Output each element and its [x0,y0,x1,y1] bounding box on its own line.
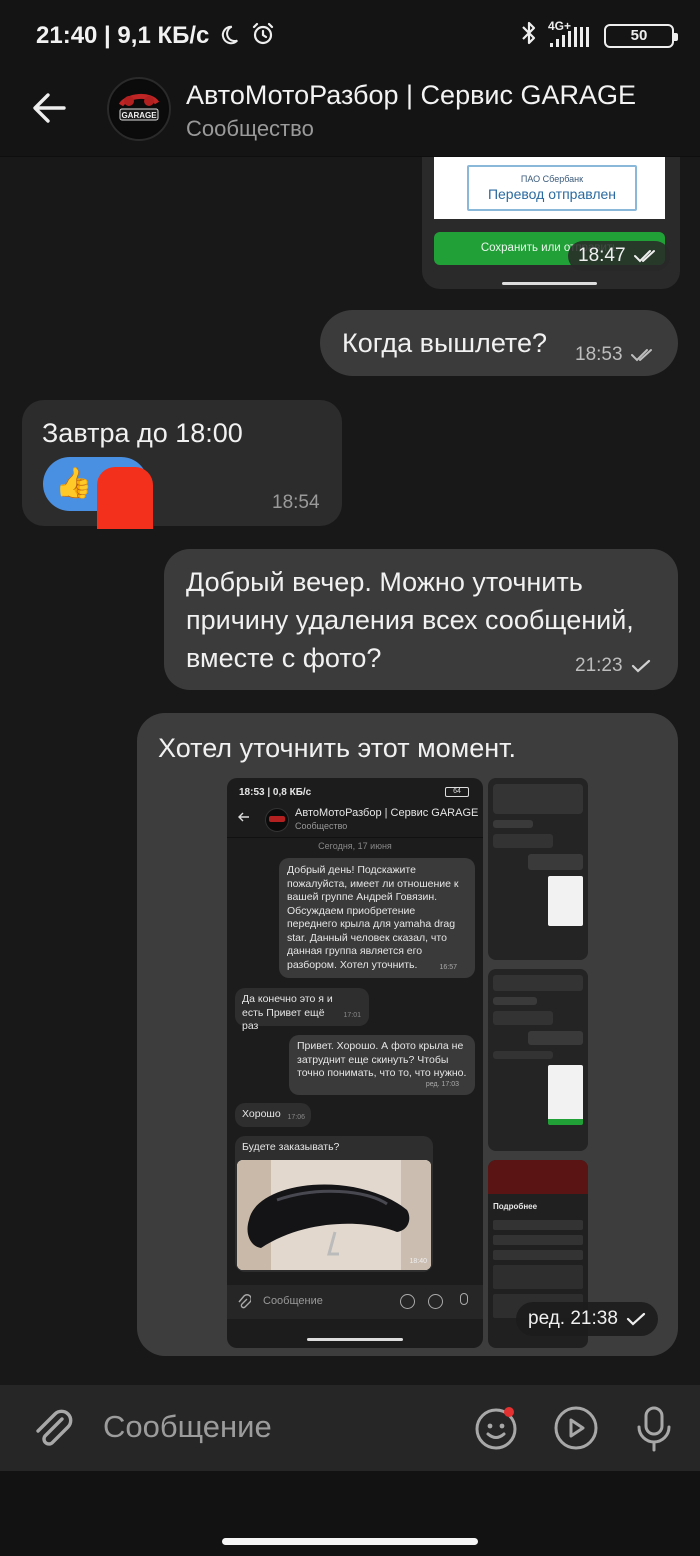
message-meta: 18:54 [272,492,320,514]
message-bubble-incoming[interactable]: Завтра до 18:00 👍 18:54 [22,400,342,529]
mini-photo-fender [237,1160,431,1270]
chat-header: GARAGE АвтоМотоРазбор | Сервис GARAGE Со… [0,72,700,157]
status-bar: 21:40 | 9,1 КБ/с 4G+ 50 [0,0,700,72]
message-meta: ред. 21:38 [516,1302,658,1336]
mini-mic-icon [460,1293,468,1305]
mini-bubble-in: Да конечно это я и есть Привет ещё раз 1… [235,988,369,1032]
microphone-icon [637,1406,671,1452]
mini-bubble-out: Привет. Хорошо. А фото крыла не затрудни… [289,1035,475,1095]
message-meta: 18:47 [568,241,670,271]
emoji-button[interactable] [473,1405,519,1451]
attached-thumbnail[interactable] [488,969,588,1151]
message-meta: 21:23 [575,655,651,677]
redacted-avatar [97,467,153,529]
moon-icon [218,24,240,53]
message-bubble-outgoing[interactable]: Хотел уточнить этот момент. 18:53 | 0,8 … [137,713,678,1356]
status-right: 4G+ 50 [520,19,678,51]
receipt-status-box: ПАО Сбербанк Перевод отправлен [467,165,637,211]
mini-status-time: 18:53 | 0,8 КБ/с [239,787,312,798]
message-meta: 18:53 [575,344,657,366]
mini-play-icon [428,1294,443,1309]
garage-logo-icon: GARAGE [110,80,168,138]
message-time: 18:54 [272,492,320,513]
mini-paperclip-icon [238,1294,251,1309]
mini-date: Сегодня, 17 июня [318,841,392,851]
message-bubble-outgoing[interactable]: Добрый вечер. Можно уточнить причину уда… [164,549,678,690]
message-time: 21:23 [575,655,623,676]
mini-avatar [265,808,289,832]
thumbnail-title: Подробнее [493,1202,538,1211]
message-time: 18:53 [575,344,623,365]
mini-bubble-in: Хорошо 17:06 [235,1103,311,1127]
composer-bar: Сообщение [0,1385,700,1471]
message-text: Хотел уточнить этот момент. [158,733,517,763]
check-icon [631,659,650,673]
arrow-left-icon [33,93,66,123]
receipt-status: Перевод отправлен [487,186,617,202]
mini-input-bar: Сообщение [227,1285,483,1319]
double-check-icon [630,349,652,362]
home-indicator-preview [502,282,597,285]
attached-thumbnail[interactable] [488,778,588,960]
play-circle-icon [554,1406,598,1450]
mini-back-arrow-icon [238,812,249,822]
message-bubble-outgoing[interactable]: Когда вышлете? 18:53 [320,310,678,376]
thumbs-up-icon: 👍 [55,467,93,500]
attach-button[interactable] [30,1405,74,1451]
mini-home-pill [307,1338,403,1341]
message-receipt-image[interactable]: ПАО Сбербанк Перевод отправлен Сохранить… [422,157,680,289]
voice-message-button[interactable] [632,1405,676,1453]
message-time: ред. 21:38 [528,1308,618,1329]
paperclip-icon [36,1409,73,1446]
message-time: 18:47 [578,245,626,266]
status-time: 21:40 | 9,1 КБ/с [36,22,275,53]
chat-title[interactable]: АвтоМотоРазбор | Сервис GARAGE [186,80,636,111]
receipt-card: ПАО Сбербанк Перевод отправлен [434,157,665,219]
smile-icon [475,1407,517,1450]
community-avatar[interactable]: GARAGE [107,77,171,141]
mini-battery-icon: 64 [445,787,469,797]
home-indicator[interactable] [222,1538,478,1545]
message-text: Завтра до 18:00 [42,418,243,448]
double-check-icon [633,250,655,263]
receipt-bank: ПАО Сбербанк [520,174,584,184]
message-text: Когда вышлете? [342,328,548,358]
mini-title: АвтоМотоРазбор | Сервис GARAGE [295,807,479,819]
mini-emoji-icon [400,1294,415,1309]
attached-screenshot[interactable]: 18:53 | 0,8 КБ/с 64 АвтоМотоРазбор | Сер… [227,778,483,1348]
video-message-button[interactable] [553,1405,599,1451]
back-button[interactable] [28,86,74,130]
mini-input-placeholder: Сообщение [263,1295,323,1307]
svg-text:GARAGE: GARAGE [121,111,157,120]
mini-subtitle: Сообщество [295,821,348,831]
chat-subtitle: Сообщество [186,116,314,141]
battery-icon: 50 [604,23,678,48]
signal-icon: 4G+ [548,19,594,49]
mini-bubble-out: Добрый день! Подскажите пожалуйста, имее… [279,858,475,978]
check-icon [626,1312,646,1326]
bluetooth-icon [520,20,538,51]
alarm-icon [251,22,275,53]
message-input[interactable]: Сообщение [103,1409,272,1445]
mini-bubble-in-photo: Будете заказывать? 18:40 [235,1136,433,1272]
